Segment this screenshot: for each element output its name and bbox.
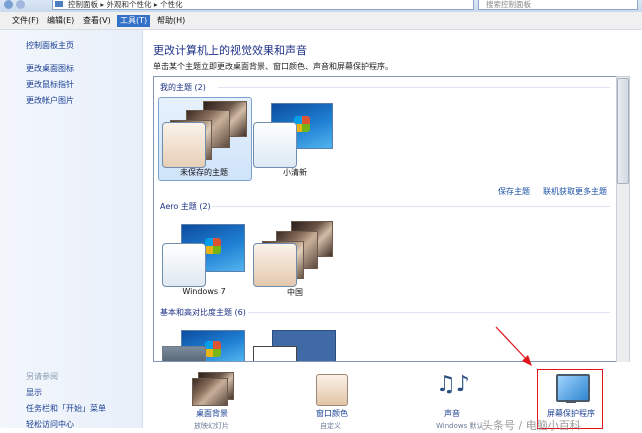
scrollbar-thumb[interactable] xyxy=(617,78,629,184)
menu-view[interactable]: 查看(V) xyxy=(80,15,114,27)
desktop-background-link[interactable]: 桌面背景 xyxy=(196,408,228,419)
left-link-account-picture[interactable]: 更改帐户图片 xyxy=(26,95,74,106)
page-description: 单击某个主题立即更改桌面背景、窗口颜色、声音和屏幕保护程序。 xyxy=(153,62,393,71)
sounds-status: Windows 默认 xyxy=(436,422,484,430)
menu-file[interactable]: 文件(F) xyxy=(9,15,42,27)
left-link-desktop-icons[interactable]: 更改桌面图标 xyxy=(26,63,74,74)
group-divider xyxy=(248,312,610,313)
see-also-heading: 另请参阅 xyxy=(26,372,58,381)
theme-windows7-color-swatch xyxy=(162,243,206,287)
theme-windows7-label: Windows 7 xyxy=(182,287,226,296)
sounds-icon[interactable]: ♫♪ xyxy=(436,372,470,398)
group-basic-title: 基本和高对比度主题 (6) xyxy=(160,308,246,317)
sounds-link[interactable]: 声音 xyxy=(444,408,460,419)
desktop-background-icon-layer xyxy=(192,378,228,406)
theme-high-contrast-swatch xyxy=(253,346,297,361)
theme-basic-color-swatch xyxy=(162,346,206,361)
menu-edit[interactable]: 编辑(E) xyxy=(44,15,77,27)
window-color-icon[interactable] xyxy=(316,374,348,406)
window-color-status: 自定义 xyxy=(320,422,341,430)
watermark: 头条号 / 电脑小百科 xyxy=(482,419,581,432)
see-also-ease-of-access[interactable]: 轻松访问中心 xyxy=(26,419,74,430)
theme-xiaoqingxin-label: 小清新 xyxy=(283,168,307,177)
desktop-background-status: 放映幻灯片 xyxy=(194,422,229,430)
control-panel-icon xyxy=(55,1,63,7)
address-path: 控制面板 ▸ 外观和个性化 ▸ 个性化 xyxy=(68,0,183,9)
group-divider xyxy=(212,206,610,207)
search-placeholder: 搜索控制面板 xyxy=(486,0,531,9)
save-theme-link[interactable]: 保存主题 xyxy=(498,186,530,197)
forward-icon[interactable] xyxy=(16,0,25,9)
back-icon[interactable] xyxy=(4,0,13,9)
theme-unsaved-label: 未保存的主题 xyxy=(180,168,228,177)
theme-china-label: 中国 xyxy=(287,288,303,297)
left-link-control-panel-home[interactable]: 控制面板主页 xyxy=(26,40,74,51)
see-also-taskbar[interactable]: 任务栏和「开始」菜单 xyxy=(26,403,106,414)
group-aero-title: Aero 主题 (2) xyxy=(160,202,211,211)
group-my-themes-title: 我的主题 (2) xyxy=(160,83,206,92)
group-divider xyxy=(218,87,610,88)
menu-tools[interactable]: 工具(T) xyxy=(117,15,151,27)
menu-help[interactable]: 帮助(H) xyxy=(154,15,188,27)
theme-xiaoqingxin-color-swatch xyxy=(253,122,297,168)
window-color-link[interactable]: 窗口颜色 xyxy=(316,408,348,419)
get-more-themes-link[interactable]: 联机获取更多主题 xyxy=(543,186,607,197)
theme-china-color-swatch xyxy=(253,243,297,287)
left-link-mouse-pointers[interactable]: 更改鼠标指针 xyxy=(26,79,74,90)
page-title: 更改计算机上的视觉效果和声音 xyxy=(153,44,307,57)
theme-unsaved-color-swatch xyxy=(162,122,206,168)
see-also-display[interactable]: 显示 xyxy=(26,387,42,398)
